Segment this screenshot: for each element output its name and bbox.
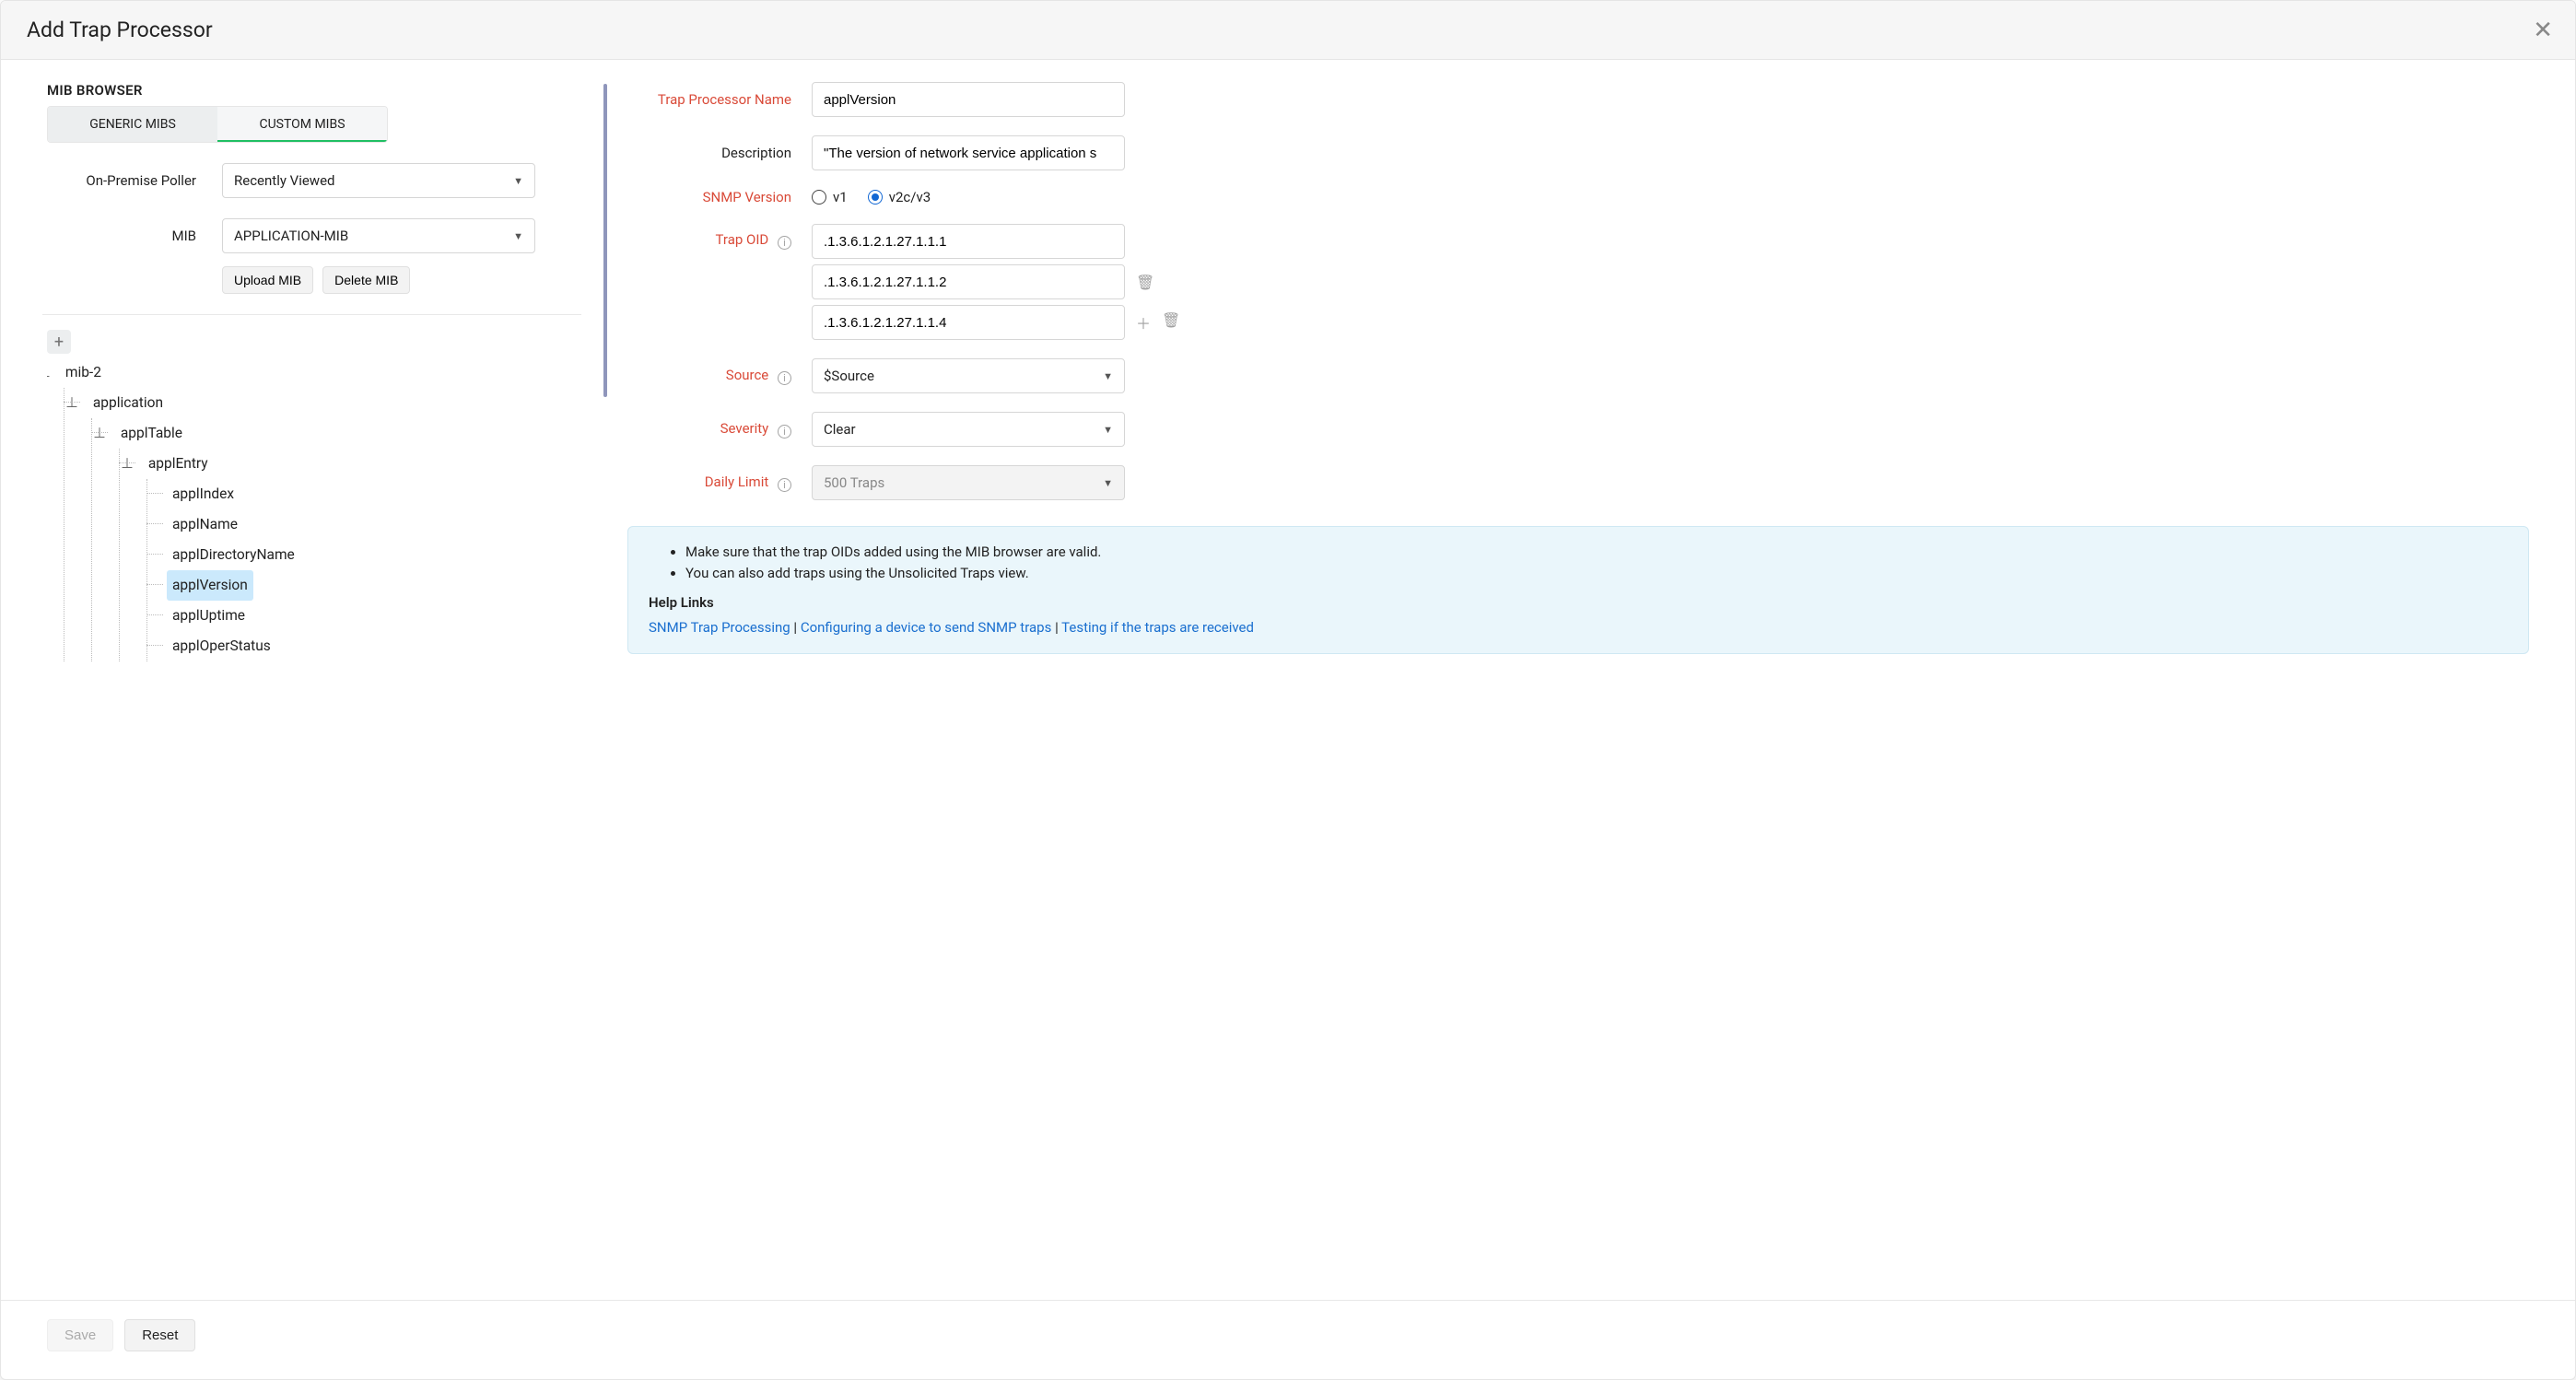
- tree-leaf[interactable]: applOperStatus: [167, 631, 276, 661]
- upload-mib-button[interactable]: Upload MIB: [222, 266, 313, 294]
- tree-node-applEntry[interactable]: applEntry: [143, 449, 214, 479]
- mib-label: MIB: [47, 228, 222, 244]
- tree-expander-icon[interactable]: ⊥: [93, 419, 106, 448]
- help-link[interactable]: Testing if the traps are received: [1061, 619, 1254, 636]
- tree-leaf[interactable]: applUptime: [167, 601, 251, 631]
- radio-v1-label: v1: [833, 189, 848, 205]
- reset-button[interactable]: Reset: [124, 1319, 195, 1351]
- description-input[interactable]: [812, 135, 1125, 170]
- divider: [42, 314, 581, 315]
- radio-dot-icon: [812, 190, 826, 205]
- tree-expander-icon[interactable]: ⊥: [47, 358, 51, 387]
- chevron-down-icon: ▼: [1103, 424, 1113, 436]
- trap-oid-input[interactable]: [812, 224, 1125, 259]
- trap-oid-input[interactable]: [812, 305, 1125, 340]
- panel-divider: [603, 84, 607, 397]
- source-select[interactable]: $Source ▼: [812, 358, 1125, 393]
- help-link[interactable]: Configuring a device to send SNMP traps: [801, 619, 1052, 636]
- form-panel: Trap Processor Name Description SNMP Ver…: [627, 82, 2529, 1300]
- tree-leaf[interactable]: applDirectoryName: [167, 540, 300, 570]
- chevron-down-icon: ▼: [1103, 370, 1113, 382]
- mib-value: APPLICATION-MIB: [234, 228, 348, 244]
- expand-all-button[interactable]: +: [47, 330, 71, 354]
- daily-limit-value: 500 Traps: [824, 474, 884, 491]
- poller-select[interactable]: Recently Viewed ▼: [222, 163, 535, 198]
- add-trap-processor-dialog: Add Trap Processor ✕ MIB BROWSER GENERIC…: [0, 0, 2576, 1380]
- help-link[interactable]: SNMP Trap Processing: [649, 619, 790, 636]
- radio-v2c-v3-label: v2c/v3: [889, 189, 931, 205]
- tree-expander-icon[interactable]: ⊥: [121, 450, 134, 478]
- severity-value: Clear: [824, 421, 856, 438]
- daily-limit-select[interactable]: 500 Traps ▼: [812, 465, 1125, 500]
- snmp-version-radio-group: v1 v2c/v3: [812, 189, 931, 205]
- poller-value: Recently Viewed: [234, 172, 335, 189]
- tree-node-application[interactable]: application: [88, 388, 169, 418]
- mib-browser-heading: MIB BROWSER: [47, 82, 581, 99]
- mib-tree: ⊥ mib-2 ⊥ application ⊥ applTable: [47, 357, 581, 661]
- radio-dot-icon: [868, 190, 883, 205]
- mib-tabs: GENERIC MIBS CUSTOM MIBS: [47, 106, 388, 143]
- dialog-titlebar: Add Trap Processor ✕: [1, 1, 2575, 60]
- save-button[interactable]: Save: [47, 1319, 113, 1351]
- callout-bullet: Make sure that the trap OIDs added using…: [685, 542, 2508, 563]
- info-icon[interactable]: i: [778, 371, 791, 385]
- tab-custom-mibs[interactable]: CUSTOM MIBS: [217, 107, 387, 142]
- info-icon[interactable]: i: [778, 236, 791, 250]
- trap-oid-input[interactable]: [812, 264, 1125, 299]
- tree-leaf[interactable]: applName: [167, 509, 243, 540]
- help-links-row: SNMP Trap Processing | Configuring a dev…: [649, 617, 2508, 638]
- dialog-footer: Save Reset: [1, 1300, 2575, 1379]
- tree-node-mib-2[interactable]: mib-2: [60, 357, 107, 388]
- tree-leaf[interactable]: applIndex: [167, 479, 240, 509]
- tree-leaf-selected[interactable]: applVersion: [167, 570, 253, 601]
- dialog-title: Add Trap Processor: [27, 18, 213, 42]
- close-icon[interactable]: ✕: [2533, 18, 2553, 42]
- snmp-version-label: SNMP Version: [627, 189, 812, 205]
- help-callout: Make sure that the trap OIDs added using…: [627, 526, 2529, 654]
- radio-v2c-v3[interactable]: v2c/v3: [868, 189, 931, 205]
- mib-select[interactable]: APPLICATION-MIB ▼: [222, 218, 535, 253]
- trap-oid-label: Trap OID i: [627, 224, 812, 250]
- delete-mib-button[interactable]: Delete MIB: [322, 266, 410, 294]
- severity-label: Severity i: [627, 420, 812, 439]
- source-value: $Source: [824, 368, 874, 384]
- trash-icon[interactable]: 🗑: [1162, 311, 1180, 333]
- mib-browser-panel: MIB BROWSER GENERIC MIBS CUSTOM MIBS On-…: [47, 82, 600, 1300]
- daily-limit-label: Daily Limit i: [627, 474, 812, 492]
- trap-name-label: Trap Processor Name: [627, 91, 812, 108]
- trash-icon[interactable]: 🗑: [1136, 274, 1154, 291]
- chevron-down-icon: ▼: [513, 175, 523, 187]
- severity-select[interactable]: Clear ▼: [812, 412, 1125, 447]
- trap-oid-list: 🗑 ＋ 🗑: [812, 224, 1180, 340]
- trap-name-input[interactable]: [812, 82, 1125, 117]
- info-icon[interactable]: i: [778, 425, 791, 439]
- poller-label: On-Premise Poller: [47, 172, 222, 189]
- callout-bullet: You can also add traps using the Unsolic…: [685, 563, 2508, 584]
- radio-v1[interactable]: v1: [812, 189, 848, 205]
- tab-generic-mibs[interactable]: GENERIC MIBS: [48, 107, 217, 142]
- chevron-down-icon: ▼: [1103, 477, 1113, 489]
- plus-icon[interactable]: ＋: [1136, 311, 1151, 333]
- tree-expander-icon[interactable]: ⊥: [65, 389, 78, 417]
- tree-node-applTable[interactable]: applTable: [115, 418, 188, 449]
- description-label: Description: [627, 145, 812, 161]
- help-links-heading: Help Links: [649, 592, 2508, 614]
- info-icon[interactable]: i: [778, 478, 791, 492]
- chevron-down-icon: ▼: [513, 230, 523, 242]
- source-label: Source i: [627, 367, 812, 385]
